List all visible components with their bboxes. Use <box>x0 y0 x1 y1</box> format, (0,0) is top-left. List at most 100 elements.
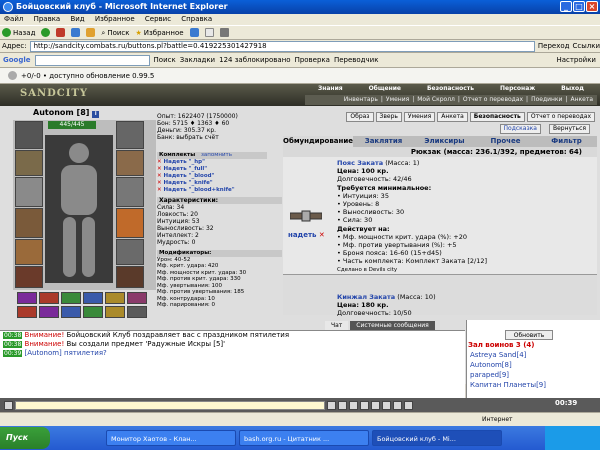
nav-character[interactable]: Персонаж <box>500 85 535 95</box>
set-item[interactable]: ✕ Надеть "_hp" <box>157 159 267 166</box>
sound-icon[interactable] <box>393 400 402 410</box>
color-icon[interactable] <box>382 400 391 410</box>
set-item[interactable]: ✕ Надеть "_knife" <box>157 180 267 187</box>
online-user[interactable]: Капитан Планеты[9] <box>470 381 546 389</box>
equip-link[interactable]: надеть ✕ <box>288 231 325 239</box>
clear-icon[interactable] <box>338 400 347 410</box>
sets-header[interactable]: Комплекты запомнить <box>157 152 267 159</box>
google-settings[interactable]: Настройки <box>556 56 600 64</box>
belt-item[interactable] <box>105 292 125 304</box>
set-item[interactable]: ✕ Надеть "_full" <box>157 166 267 173</box>
belt-item[interactable] <box>83 292 103 304</box>
delete-icon[interactable]: ✕ <box>157 180 162 186</box>
belt-item[interactable] <box>39 306 59 318</box>
home-button[interactable] <box>86 28 96 37</box>
smiles-icon[interactable] <box>349 400 358 410</box>
set-item[interactable]: ✕ Надеть "_blood+knife" <box>157 187 267 194</box>
profile-button[interactable]: Анкета <box>437 112 468 122</box>
image-button[interactable]: Образ <box>346 112 374 122</box>
google-bookmarks[interactable]: Закладки <box>180 56 215 64</box>
tab-equipment[interactable]: Обмундирование <box>283 136 353 147</box>
print-button[interactable] <box>219 28 229 37</box>
taskbar-item[interactable]: Бойцовский клуб - Mi... <box>372 430 502 446</box>
bracers-slot[interactable] <box>15 150 43 176</box>
taskbar-item[interactable]: Монитор Хаотов - Клан... <box>106 430 236 446</box>
earring-slot[interactable] <box>116 121 144 149</box>
update-text[interactable]: +0/-0 • доступно обновление 0.99.5 <box>21 72 154 80</box>
taskbar-item[interactable]: bash.org.ru - Цитатник ... <box>239 430 369 446</box>
belt-item[interactable] <box>127 292 147 304</box>
leggings-slot[interactable] <box>116 239 144 265</box>
stop-button[interactable] <box>56 28 66 37</box>
belt-item[interactable] <box>61 306 81 318</box>
helmet-slot[interactable] <box>15 121 43 149</box>
close-button[interactable]: × <box>586 1 598 12</box>
online-user[interactable]: paraped[9] <box>470 371 509 379</box>
tab-system[interactable]: Системные сообщения <box>350 321 435 330</box>
bank[interactable]: Банк: выбрать счёт <box>157 134 282 141</box>
belt-item[interactable] <box>127 306 147 318</box>
item-name[interactable]: Пояс Заката <box>337 159 383 167</box>
delete-icon[interactable]: ✕ <box>157 159 162 165</box>
tab-spells[interactable]: Заклятия <box>353 136 414 147</box>
belt-item[interactable] <box>39 292 59 304</box>
chat-input[interactable] <box>15 400 325 410</box>
delete-icon[interactable]: ✕ <box>157 173 162 179</box>
google-search-input[interactable] <box>34 54 150 66</box>
transfers-button[interactable]: Отчет о переводах <box>526 112 595 122</box>
belt-item[interactable] <box>83 306 103 318</box>
tab-chat[interactable]: Чат <box>325 321 349 330</box>
go-button[interactable]: Переход <box>538 40 570 52</box>
belt-item[interactable] <box>17 292 37 304</box>
search-button[interactable]: ⌕ Поиск <box>101 26 129 40</box>
forward-button[interactable] <box>41 28 51 37</box>
hint-button[interactable]: Подсказка <box>499 124 541 134</box>
filter-icon[interactable] <box>360 400 369 410</box>
chat-log[interactable]: 00:38 Внимание! Бойцовский Клуб поздравл… <box>0 330 465 398</box>
refresh-icon[interactable] <box>8 71 17 80</box>
menu-tools[interactable]: Сервис <box>145 15 171 23</box>
ring-slot[interactable] <box>15 266 43 288</box>
offhand-slot[interactable] <box>116 208 144 238</box>
maximize-button[interactable]: □ <box>573 1 585 12</box>
subnav-scroll[interactable]: Мой Скролл <box>417 95 455 105</box>
delete-icon[interactable]: ✕ <box>319 231 325 239</box>
menu-help[interactable]: Справка <box>181 15 212 23</box>
refresh-button[interactable]: Обновить <box>505 330 553 340</box>
subnav-inventory[interactable]: Инвентарь <box>344 95 378 105</box>
pet-button[interactable]: Зверь <box>375 112 402 122</box>
characteristics-header[interactable]: Характеристики: <box>157 197 282 204</box>
armor-slot[interactable] <box>15 208 43 238</box>
mail-button[interactable] <box>204 28 214 37</box>
chat-settings-icon[interactable] <box>4 400 13 410</box>
gloves-slot[interactable] <box>116 150 144 176</box>
popup-blocked[interactable]: 124 заблокировано <box>219 56 290 64</box>
favorites-button[interactable]: ★ Избранное <box>136 26 184 40</box>
exit-icon[interactable] <box>404 400 413 410</box>
menu-file[interactable]: Файл <box>4 15 23 23</box>
history-button[interactable] <box>189 28 199 37</box>
subnav-transfers[interactable]: Отчет о переводах <box>463 95 523 105</box>
online-user[interactable]: Astreya Sand[4] <box>470 351 526 359</box>
links-button[interactable]: Ссылки <box>572 40 600 52</box>
menu-view[interactable]: Вид <box>70 15 84 23</box>
belt-item[interactable] <box>61 292 81 304</box>
translator[interactable]: Переводчик <box>334 56 378 64</box>
remember-set-link[interactable]: запомнить <box>201 152 232 158</box>
tab-filter[interactable]: Фильтр <box>536 136 597 147</box>
skills-button[interactable]: Умения <box>403 112 436 122</box>
belt-item[interactable] <box>105 306 125 318</box>
tab-elixirs[interactable]: Эликсиры <box>414 136 475 147</box>
menu-favorites[interactable]: Избранное <box>95 15 135 23</box>
minimize-button[interactable]: _ <box>560 1 572 12</box>
shield-slot[interactable] <box>116 177 144 207</box>
item-name[interactable]: Кинжал Заката <box>337 293 395 301</box>
belt-item[interactable] <box>17 306 37 318</box>
refresh-button[interactable] <box>71 28 81 37</box>
tab-other[interactable]: Прочее <box>475 136 536 147</box>
online-user[interactable]: Autonom[8] <box>470 361 512 369</box>
set-item[interactable]: ✕ Надеть "_blood" <box>157 173 267 180</box>
info-icon[interactable]: i <box>92 111 100 118</box>
weapon-slot[interactable] <box>15 177 43 207</box>
delete-icon[interactable]: ✕ <box>157 166 162 172</box>
